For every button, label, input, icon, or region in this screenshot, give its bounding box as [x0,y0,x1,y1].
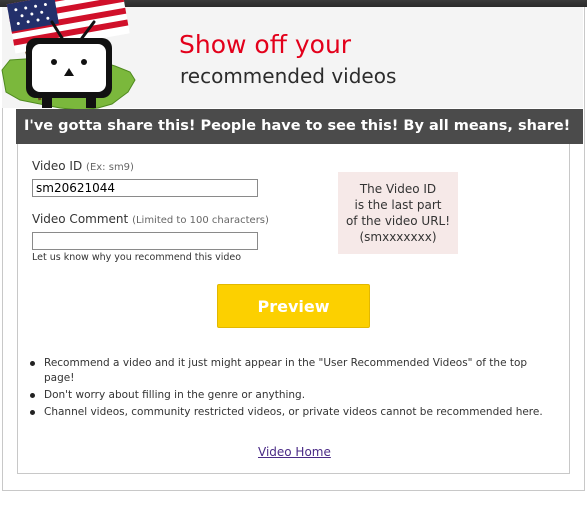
list-item: Channel videos, community restricted vid… [30,405,560,420]
hint-box-line: The Video ID [359,182,437,196]
video-id-hint-box: The Video ID is the last part of the vid… [338,172,458,254]
note-text: Don't worry about filling in the genre o… [44,389,306,401]
notes-list: Recommend a video and it just might appe… [30,356,560,422]
comment-label-group: Video Comment (Limited to 100 characters… [32,212,269,226]
video-home-link[interactable]: Video Home [258,445,331,459]
preview-button[interactable]: Preview [217,284,370,328]
comment-label: Video Comment [32,212,129,226]
bullet-icon [30,393,35,398]
page-title-line2: recommended videos [180,64,397,88]
bullet-icon [30,361,35,366]
video-id-input[interactable] [32,179,258,197]
page-title-line1: Show off your [179,30,352,59]
list-item: Don't worry about filling in the genre o… [30,388,560,403]
bullet-icon [30,410,35,415]
list-item: Recommend a video and it just might appe… [30,356,560,386]
video-id-label: Video ID [32,159,83,173]
comment-input[interactable] [32,232,258,250]
hint-box-line: is the last part [354,198,442,212]
hint-box-line: (smxxxxxxx) [359,230,437,244]
note-text: Channel videos, community restricted vid… [44,406,543,418]
comment-help-text: Let us know why you recommend this video [32,252,242,263]
share-banner: I've gotta share this! People have to se… [16,109,583,144]
hint-box-line: of the video URL! [345,214,451,228]
comment-hint: (Limited to 100 characters) [132,215,269,226]
note-text: Recommend a video and it just might appe… [44,357,528,384]
video-id-label-group: Video ID (Ex: sm9) [32,159,134,173]
niconico-mascot-flag-icon [1,0,136,111]
video-id-hint: (Ex: sm9) [86,162,134,173]
